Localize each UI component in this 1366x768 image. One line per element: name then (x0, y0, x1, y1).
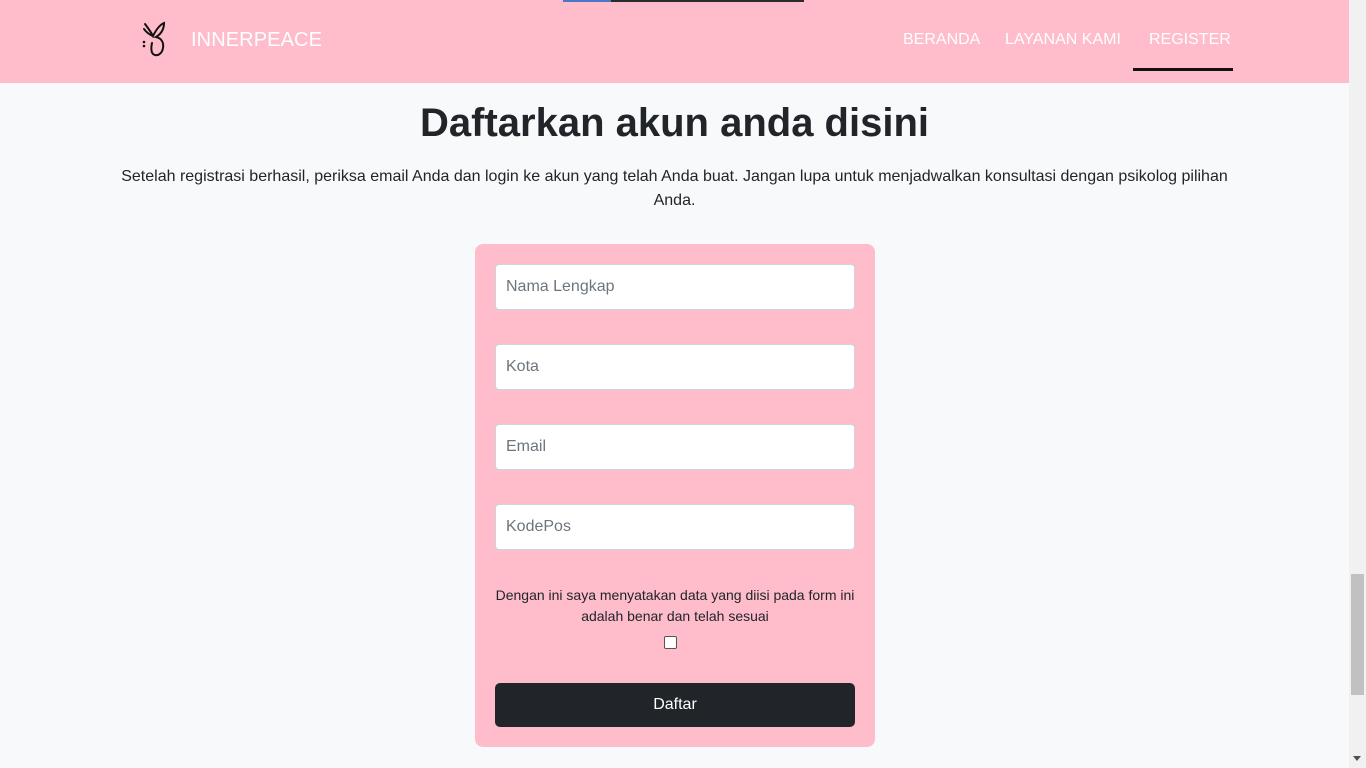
nav-link-register[interactable]: REGISTER (1149, 31, 1231, 49)
full-name-input[interactable] (495, 264, 855, 310)
vertical-scrollbar[interactable] (1349, 0, 1366, 768)
page-subtitle: Setelah registrasi berhasil, periksa ema… (121, 168, 1228, 209)
submit-button[interactable]: Daftar (495, 683, 855, 727)
city-input[interactable] (495, 344, 855, 390)
top-strip-bar (611, 0, 804, 2)
brand-name[interactable]: INNERPEACE (191, 29, 322, 52)
consent-checkbox[interactable] (664, 636, 677, 649)
nav-link-layanan-kami[interactable]: LAYANAN KAMI (1005, 31, 1121, 49)
email-input[interactable] (495, 424, 855, 470)
active-nav-indicator (1133, 68, 1233, 71)
registration-form: Dengan ini saya menyatakan data yang dii… (475, 244, 875, 747)
page: INNERPEACE BERANDA LAYANAN KAMI REGISTER… (0, 0, 1349, 768)
scrollbar-thumb[interactable] (1351, 574, 1364, 695)
navbar: INNERPEACE BERANDA LAYANAN KAMI REGISTER (0, 0, 1349, 83)
scroll-down-arrow-icon[interactable] (1353, 756, 1361, 761)
top-strip-accent (563, 0, 611, 2)
page-title: Daftarkan akun anda disini (419, 101, 930, 145)
nav-link-beranda[interactable]: BERANDA (903, 31, 980, 49)
butterfly-icon[interactable] (139, 21, 167, 59)
consent-text: Dengan ini saya menyatakan data yang dii… (495, 587, 855, 624)
postal-code-input[interactable] (495, 504, 855, 550)
